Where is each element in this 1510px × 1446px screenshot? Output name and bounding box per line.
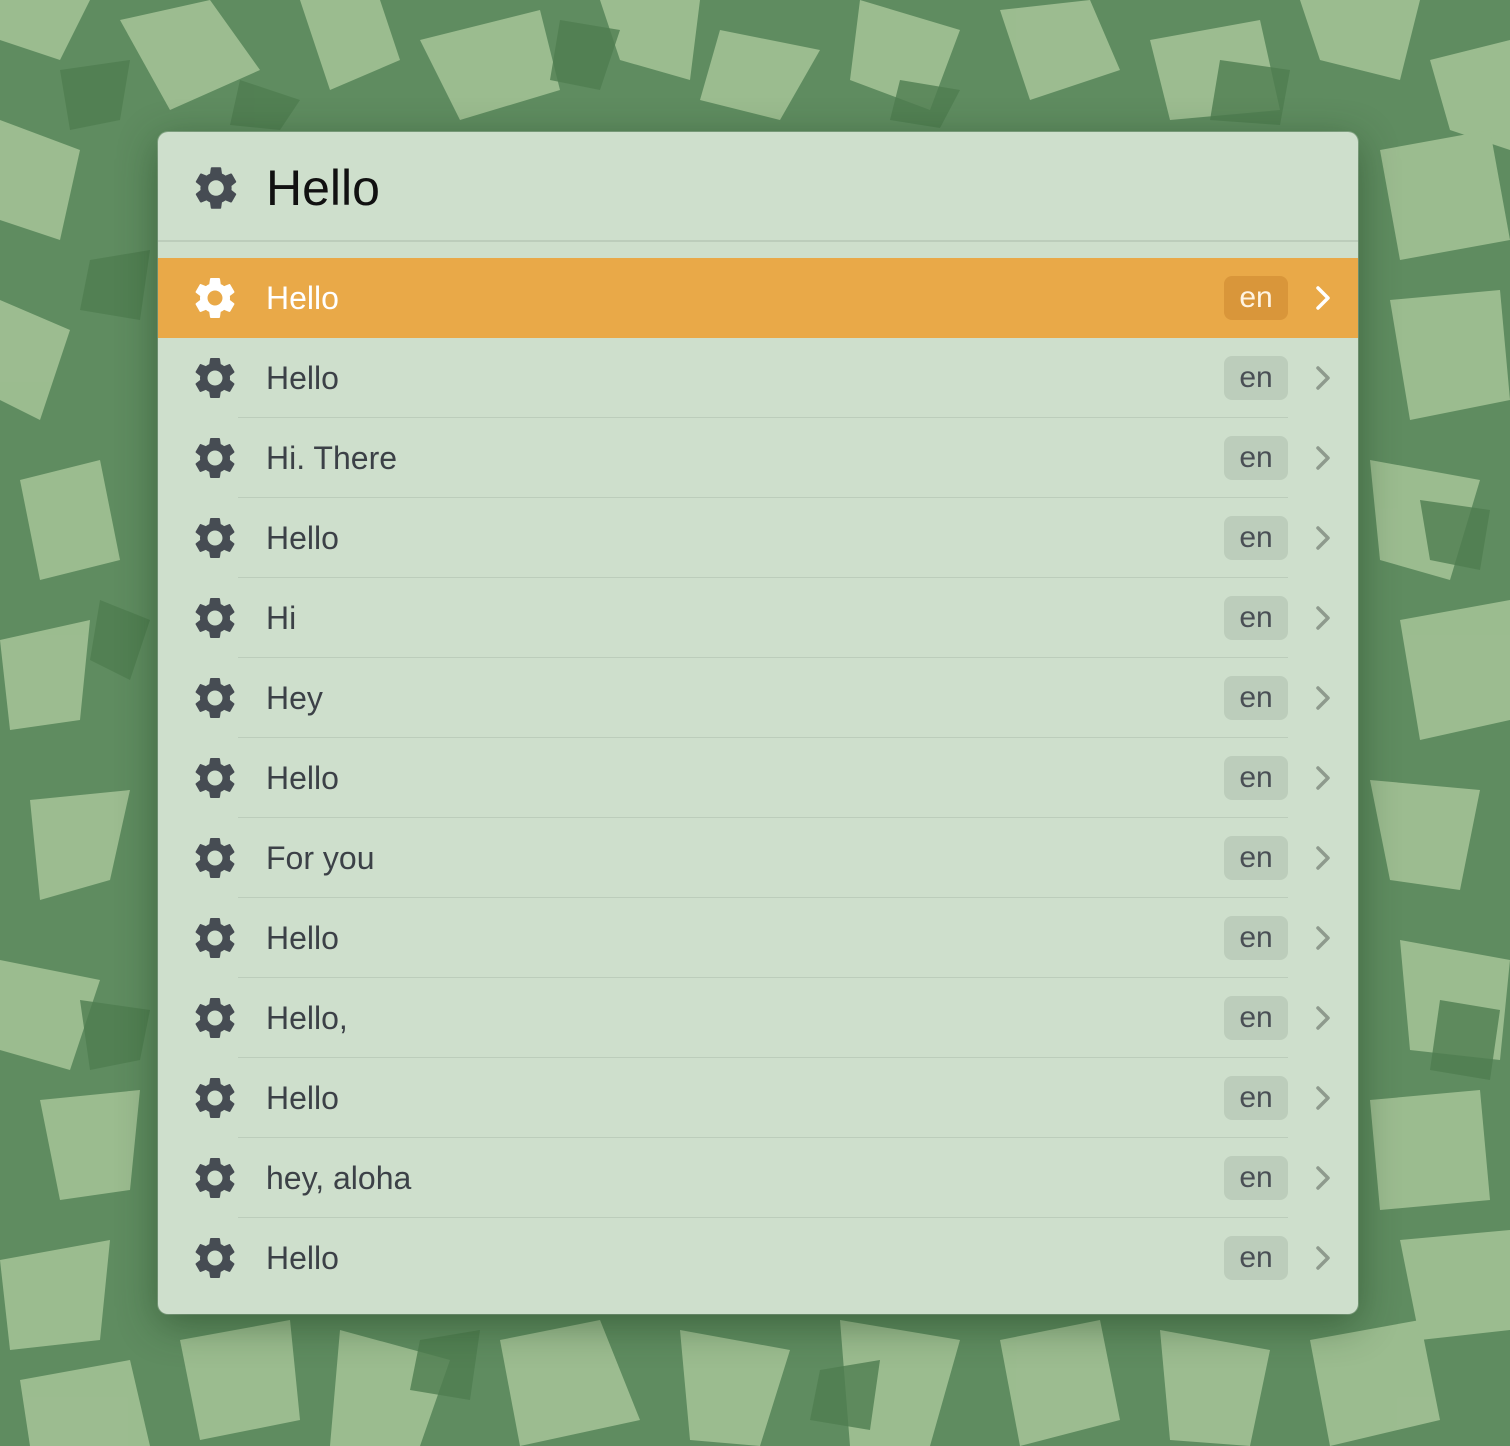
gear-icon: [195, 167, 237, 209]
result-row-3[interactable]: Hi. There en: [158, 418, 1358, 498]
result-label: Hello: [266, 280, 339, 316]
result-row-1[interactable]: Hello en: [158, 258, 1358, 338]
gear-icon: [195, 518, 235, 558]
result-label: Hello: [266, 1240, 339, 1276]
language-badge: en: [1224, 516, 1288, 560]
language-badge: en: [1224, 356, 1288, 400]
result-label: Hello: [266, 920, 339, 956]
gear-icon: [195, 598, 235, 638]
chevron-right-icon[interactable]: [1312, 604, 1334, 632]
result-label: Hello: [266, 520, 339, 556]
chevron-right-icon[interactable]: [1312, 364, 1334, 392]
language-badge: en: [1224, 596, 1288, 640]
chevron-right-icon[interactable]: [1312, 684, 1334, 712]
language-badge: en: [1224, 1076, 1288, 1120]
gear-icon: [195, 438, 235, 478]
language-badge: en: [1224, 836, 1288, 880]
language-badge: en: [1224, 676, 1288, 720]
result-label: Hi. There: [266, 440, 398, 476]
chevron-right-icon[interactable]: [1312, 1084, 1334, 1112]
language-badge: en: [1224, 756, 1288, 800]
chevron-right-icon[interactable]: [1312, 844, 1334, 872]
chevron-right-icon[interactable]: [1312, 284, 1334, 312]
language-badge: en: [1224, 1236, 1288, 1280]
search-bar[interactable]: Hello: [158, 132, 1358, 242]
gear-icon: [195, 1158, 235, 1198]
result-row-13[interactable]: Hello en: [158, 1218, 1358, 1298]
result-row-8[interactable]: For you en: [158, 818, 1358, 898]
gear-icon: [195, 678, 235, 718]
results-list: Hello en Hello en Hi. There en Hello en: [158, 258, 1358, 1298]
language-badge: en: [1224, 276, 1288, 320]
chevron-right-icon[interactable]: [1312, 1004, 1334, 1032]
result-label: hey, aloha: [266, 1160, 412, 1196]
result-label: Hello,: [266, 1000, 348, 1036]
result-label: Hi: [266, 600, 297, 636]
search-input[interactable]: Hello: [266, 158, 380, 218]
gear-icon: [195, 358, 235, 398]
chevron-right-icon[interactable]: [1312, 1244, 1334, 1272]
result-label: For you: [266, 840, 375, 876]
launcher-panel: Hello Hello en Hello en Hi. There en Hel…: [158, 132, 1358, 1314]
result-label: Hey: [266, 680, 323, 716]
result-row-6[interactable]: Hey en: [158, 658, 1358, 738]
chevron-right-icon[interactable]: [1312, 524, 1334, 552]
result-label: Hello: [266, 360, 339, 396]
gear-icon: [195, 278, 235, 318]
gear-icon: [195, 918, 235, 958]
result-row-11[interactable]: Hello en: [158, 1058, 1358, 1138]
result-row-12[interactable]: hey, aloha en: [158, 1138, 1358, 1218]
gear-icon: [195, 838, 235, 878]
result-row-2[interactable]: Hello en: [158, 338, 1358, 418]
result-row-9[interactable]: Hello en: [158, 898, 1358, 978]
gear-icon: [195, 1238, 235, 1278]
gear-icon: [195, 998, 235, 1038]
chevron-right-icon[interactable]: [1312, 924, 1334, 952]
language-badge: en: [1224, 436, 1288, 480]
gear-icon: [195, 1078, 235, 1118]
language-badge: en: [1224, 916, 1288, 960]
gear-icon: [195, 758, 235, 798]
result-row-10[interactable]: Hello, en: [158, 978, 1358, 1058]
chevron-right-icon[interactable]: [1312, 444, 1334, 472]
result-label: Hello: [266, 1080, 339, 1116]
result-row-5[interactable]: Hi en: [158, 578, 1358, 658]
chevron-right-icon[interactable]: [1312, 764, 1334, 792]
result-row-7[interactable]: Hello en: [158, 738, 1358, 818]
result-row-4[interactable]: Hello en: [158, 498, 1358, 578]
result-label: Hello: [266, 760, 339, 796]
language-badge: en: [1224, 1156, 1288, 1200]
language-badge: en: [1224, 996, 1288, 1040]
chevron-right-icon[interactable]: [1312, 1164, 1334, 1192]
